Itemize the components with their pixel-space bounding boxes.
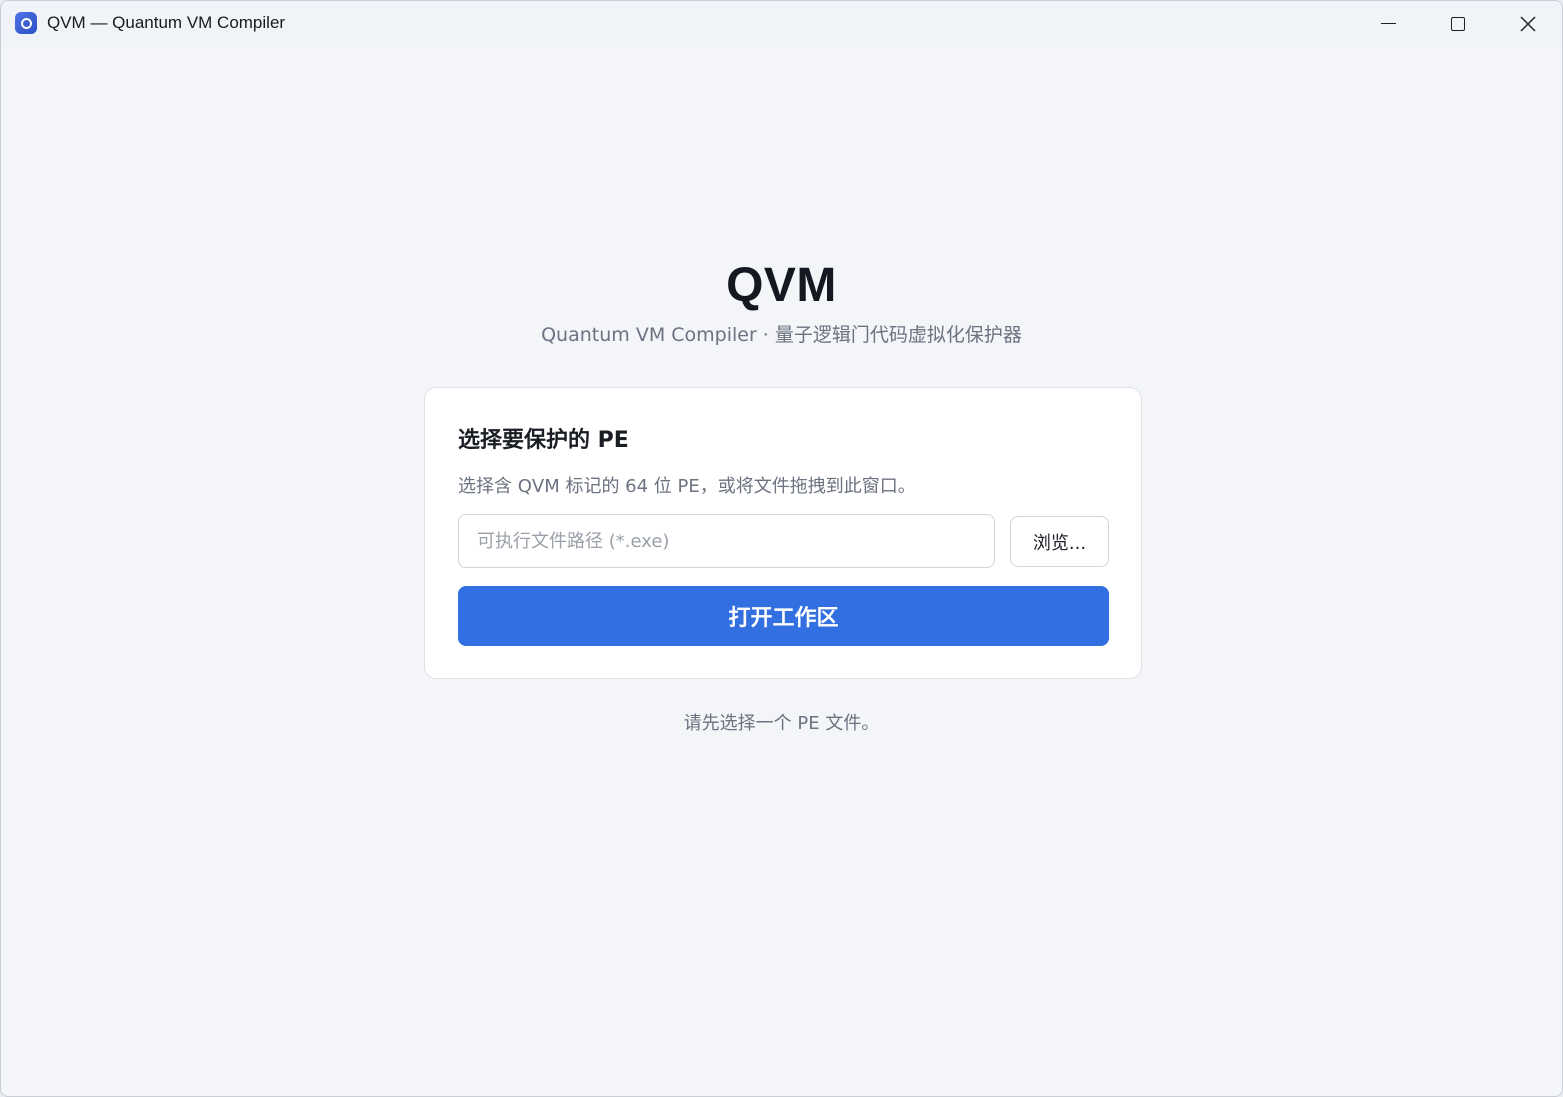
exe-path-input[interactable] (458, 514, 995, 568)
main-content: QVM Quantum VM Compiler · 量子逻辑门代码虚拟化保护器 … (1, 46, 1562, 1096)
open-workspace-button[interactable]: 打开工作区 (458, 586, 1109, 646)
app-window: QVM — Quantum VM Compiler QVM Quantum VM… (0, 0, 1563, 1097)
maximize-icon (1451, 16, 1465, 31)
close-button[interactable] (1493, 1, 1562, 46)
status-message: 请先选择一个 PE 文件。 (683, 713, 880, 734)
maximize-button[interactable] (1423, 1, 1493, 46)
browse-button[interactable]: 浏览... (1010, 516, 1109, 567)
close-icon (1520, 15, 1536, 32)
brand-title: QVM (726, 259, 837, 312)
minimize-button[interactable] (1353, 1, 1423, 46)
select-pe-card: 选择要保护的 PE 选择含 QVM 标记的 64 位 PE，或将文件拖拽到此窗口… (424, 387, 1142, 679)
app-logo-icon (15, 12, 37, 34)
minimize-icon (1380, 22, 1396, 25)
window-title: QVM — Quantum VM Compiler (47, 13, 286, 32)
card-description: 选择含 QVM 标记的 64 位 PE，或将文件拖拽到此窗口。 (458, 476, 916, 497)
brand-subtitle: Quantum VM Compiler · 量子逻辑门代码虚拟化保护器 (541, 324, 1022, 346)
title-bar[interactable]: QVM — Quantum VM Compiler (1, 1, 1562, 46)
card-title: 选择要保护的 PE (458, 428, 629, 453)
